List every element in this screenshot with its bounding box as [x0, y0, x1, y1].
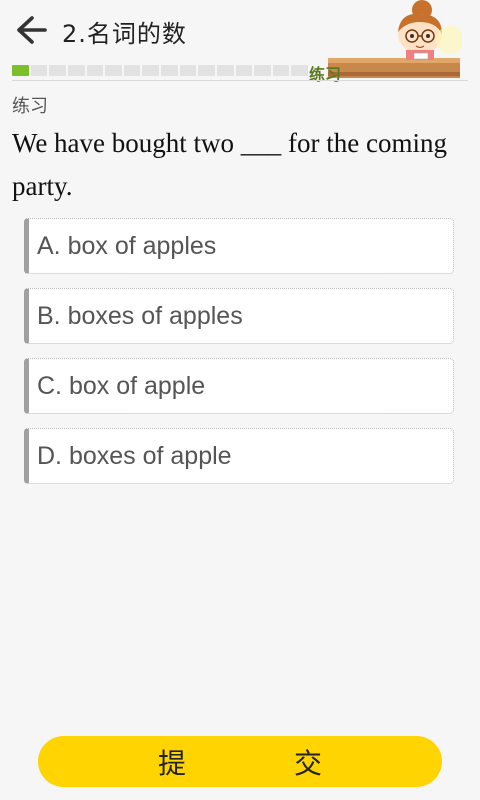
- progress-segment: [49, 65, 66, 76]
- section-label: 练习: [12, 96, 48, 117]
- mascot-label: 练习: [309, 65, 342, 84]
- back-button[interactable]: [10, 10, 50, 50]
- option-a[interactable]: A. box of apples: [24, 218, 454, 274]
- option-d[interactable]: D. boxes of apple: [24, 428, 454, 484]
- progress-bar: [12, 65, 308, 76]
- progress-segment: [291, 65, 308, 76]
- submit-button[interactable]: 提 交: [38, 736, 442, 787]
- progress-segment: [67, 65, 85, 76]
- progress-segment: [272, 65, 290, 76]
- progress-segment: [105, 65, 122, 76]
- progress-segment: [198, 65, 215, 76]
- progress-segment: [30, 65, 48, 76]
- option-c[interactable]: C. box of apple: [24, 358, 454, 414]
- progress-segment: [216, 65, 234, 76]
- arrow-left-icon: [17, 16, 47, 44]
- progress-segment: [179, 65, 197, 76]
- page-title: 2.名词的数: [62, 20, 187, 48]
- header-bar: 2.名词的数 练习: [0, 0, 480, 84]
- options-list: A. box of apples B. boxes of apples C. b…: [24, 218, 454, 498]
- header-divider: [12, 80, 468, 81]
- question-text: We have bought two ___ for the coming pa…: [12, 128, 447, 201]
- progress-segment: [161, 65, 178, 76]
- progress-segment: [86, 65, 104, 76]
- progress-segment: [123, 65, 141, 76]
- progress-segment: [142, 65, 159, 76]
- option-b[interactable]: B. boxes of apples: [24, 288, 454, 344]
- progress-segment: [235, 65, 253, 76]
- progress-segment: [12, 65, 29, 76]
- progress-segment: [254, 65, 271, 76]
